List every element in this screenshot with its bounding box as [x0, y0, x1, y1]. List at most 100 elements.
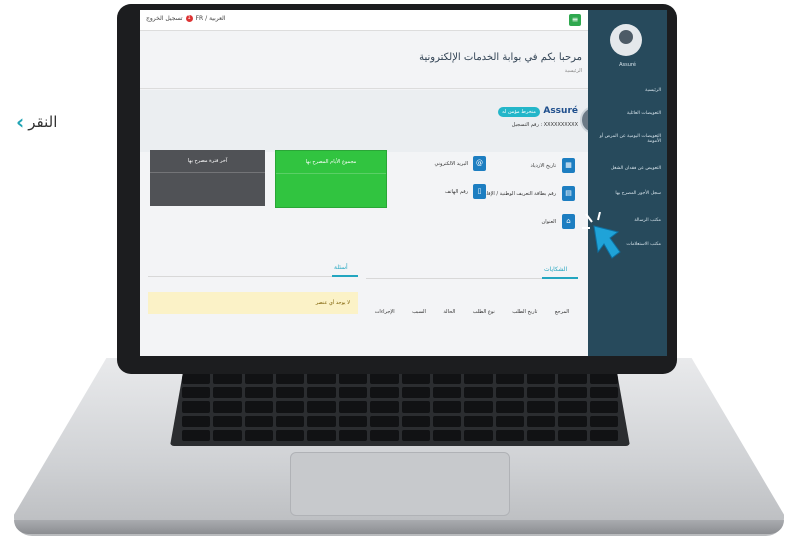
keyboard-key — [370, 429, 399, 441]
keyboard-key — [338, 401, 368, 413]
empty-warning: لا يوجد أي عنصر — [148, 292, 358, 314]
keyboard-key — [276, 415, 305, 427]
sidebar-item-job-loss[interactable]: التعويض عن فقدان الشغل — [593, 166, 661, 171]
keyboard-key — [370, 401, 399, 413]
keyboard-key — [464, 401, 493, 413]
sidebar-item-home[interactable]: الرئيسية — [593, 88, 661, 93]
id-card-label: رقم بطاقة التعريف الوطنية / الإقامة — [481, 191, 556, 197]
keyboard-key — [495, 387, 524, 399]
laptop-base-lip — [14, 520, 784, 534]
keyboard-key — [338, 387, 368, 399]
divider — [148, 276, 358, 277]
keyboard-key — [307, 401, 336, 413]
last-period-title: آخر فترة مصرح بها — [150, 150, 265, 173]
keyboard-key — [244, 401, 274, 413]
keyboard-key — [307, 373, 336, 385]
notification-badge[interactable]: 1 — [185, 15, 193, 22]
address-label: العنوان — [541, 219, 556, 225]
keyboard-key — [338, 429, 368, 441]
top-links[interactable]: تسجيل الخروج 1 FR / العربية — [146, 15, 225, 22]
keyboard-key — [558, 387, 587, 399]
keyboard-key — [558, 415, 587, 427]
last-period-card[interactable]: آخر فترة مصرح بها — [150, 150, 265, 206]
keyboard-key — [432, 401, 462, 413]
keyboard-key — [589, 373, 618, 385]
registration-number: رقم التسجيل : XXXXXXXXXX — [511, 122, 578, 128]
email-label: البريد الالكتروني — [434, 161, 468, 167]
keyboard-key — [370, 415, 399, 427]
keyboard-key — [370, 387, 399, 399]
tab-indicator — [542, 277, 578, 279]
complaints-tab[interactable]: الشكايات — [544, 266, 567, 273]
keyboard-key — [526, 429, 556, 441]
breadcrumb[interactable]: الرئيسية — [565, 68, 582, 74]
keyboard-key — [182, 429, 211, 441]
side-caption: ‹ النقر — [16, 112, 57, 132]
keyboard-key — [307, 387, 336, 399]
id-card-icon: ▤ — [562, 186, 575, 201]
pointer-cursor-icon — [582, 212, 621, 259]
phone-label: رقم الهاتف — [444, 189, 468, 195]
keyboard-key — [276, 387, 305, 399]
keyboard-key — [401, 429, 430, 441]
home-icon: ⌂ — [562, 214, 575, 229]
keyboard-key — [558, 429, 587, 441]
tab-indicator — [332, 275, 358, 277]
keyboard-key — [589, 401, 618, 413]
keyboard-key — [244, 387, 274, 399]
language-switch[interactable]: FR / العربية — [196, 15, 226, 22]
keyboard-key — [338, 415, 368, 427]
sidebar-item-family-allowances[interactable]: التعويضات العائلية — [593, 111, 661, 116]
trackpad — [290, 452, 510, 516]
keyboard-key — [464, 373, 493, 385]
keyboard-key — [432, 415, 462, 427]
page-title: مرحبا بكم في بوابة الخدمات الإلكترونية — [419, 52, 582, 63]
keyboard-key — [307, 429, 336, 441]
keyboard-key — [182, 401, 211, 413]
keyboard-key — [589, 387, 618, 399]
keyboard-key — [495, 373, 524, 385]
keyboard-key — [432, 387, 462, 399]
keyboard-key — [526, 387, 556, 399]
user-logout-link[interactable]: تسجيل الخروج — [146, 15, 183, 22]
divider — [140, 88, 588, 89]
table-col-ref: المرجع — [554, 309, 570, 315]
keyboard-key — [401, 415, 430, 427]
keyboard-key — [182, 387, 211, 399]
keyboard-key — [213, 415, 242, 427]
sidebar: Assuré الرئيسية التعويضات العائلية التعو… — [588, 10, 667, 356]
at-icon: @ — [473, 156, 486, 171]
portal-screen: تسجيل الخروج 1 FR / العربية ≡ مرحبا بكم … — [140, 10, 618, 356]
keyboard-key — [589, 415, 618, 427]
hamburger-icon[interactable]: ≡ — [569, 14, 581, 26]
declared-days-title: مجموع الأيام المصرح بها — [276, 151, 386, 174]
keyboard-key — [244, 429, 274, 441]
status-badge: منخرط مؤمن له — [498, 107, 540, 117]
keyboard-key — [307, 415, 336, 427]
profile-name: Assuré — [543, 106, 578, 116]
keyboard-key — [244, 373, 274, 385]
keyboard-key — [526, 401, 556, 413]
keyboard-key — [558, 373, 587, 385]
keyboard-key — [495, 401, 524, 413]
keyboard-key — [526, 373, 556, 385]
keyboard-key — [526, 415, 556, 427]
keyboard-key — [401, 373, 430, 385]
sidebar-item-daily-allowances[interactable]: التعويضات اليومية عن المرض أو الأمومة — [593, 134, 661, 144]
avatar[interactable] — [610, 24, 642, 56]
sidebar-item-declared-wages[interactable]: سجل الأجور المصرح بها — [593, 191, 661, 196]
questions-tab[interactable]: أسئلة — [334, 264, 348, 271]
chevron-left-icon: ‹ — [16, 110, 25, 134]
keyboard-key — [182, 415, 211, 427]
declared-days-card[interactable]: مجموع الأيام المصرح بها — [275, 150, 387, 208]
keyboard-key — [401, 387, 430, 399]
table-col-reason: السبب — [412, 309, 426, 315]
keyboard-key — [464, 415, 493, 427]
keyboard-key — [495, 415, 524, 427]
complaints-table-header: الإجراءات السبب الحالة نوع الطلب تاريخ ا… — [366, 302, 578, 322]
calendar-icon: ▦ — [562, 158, 575, 173]
keyboard-key — [276, 429, 305, 441]
keyboard-key — [182, 373, 211, 385]
keyboard-key — [589, 429, 618, 441]
birthdate-label: تاريخ الازدياد — [530, 163, 556, 169]
